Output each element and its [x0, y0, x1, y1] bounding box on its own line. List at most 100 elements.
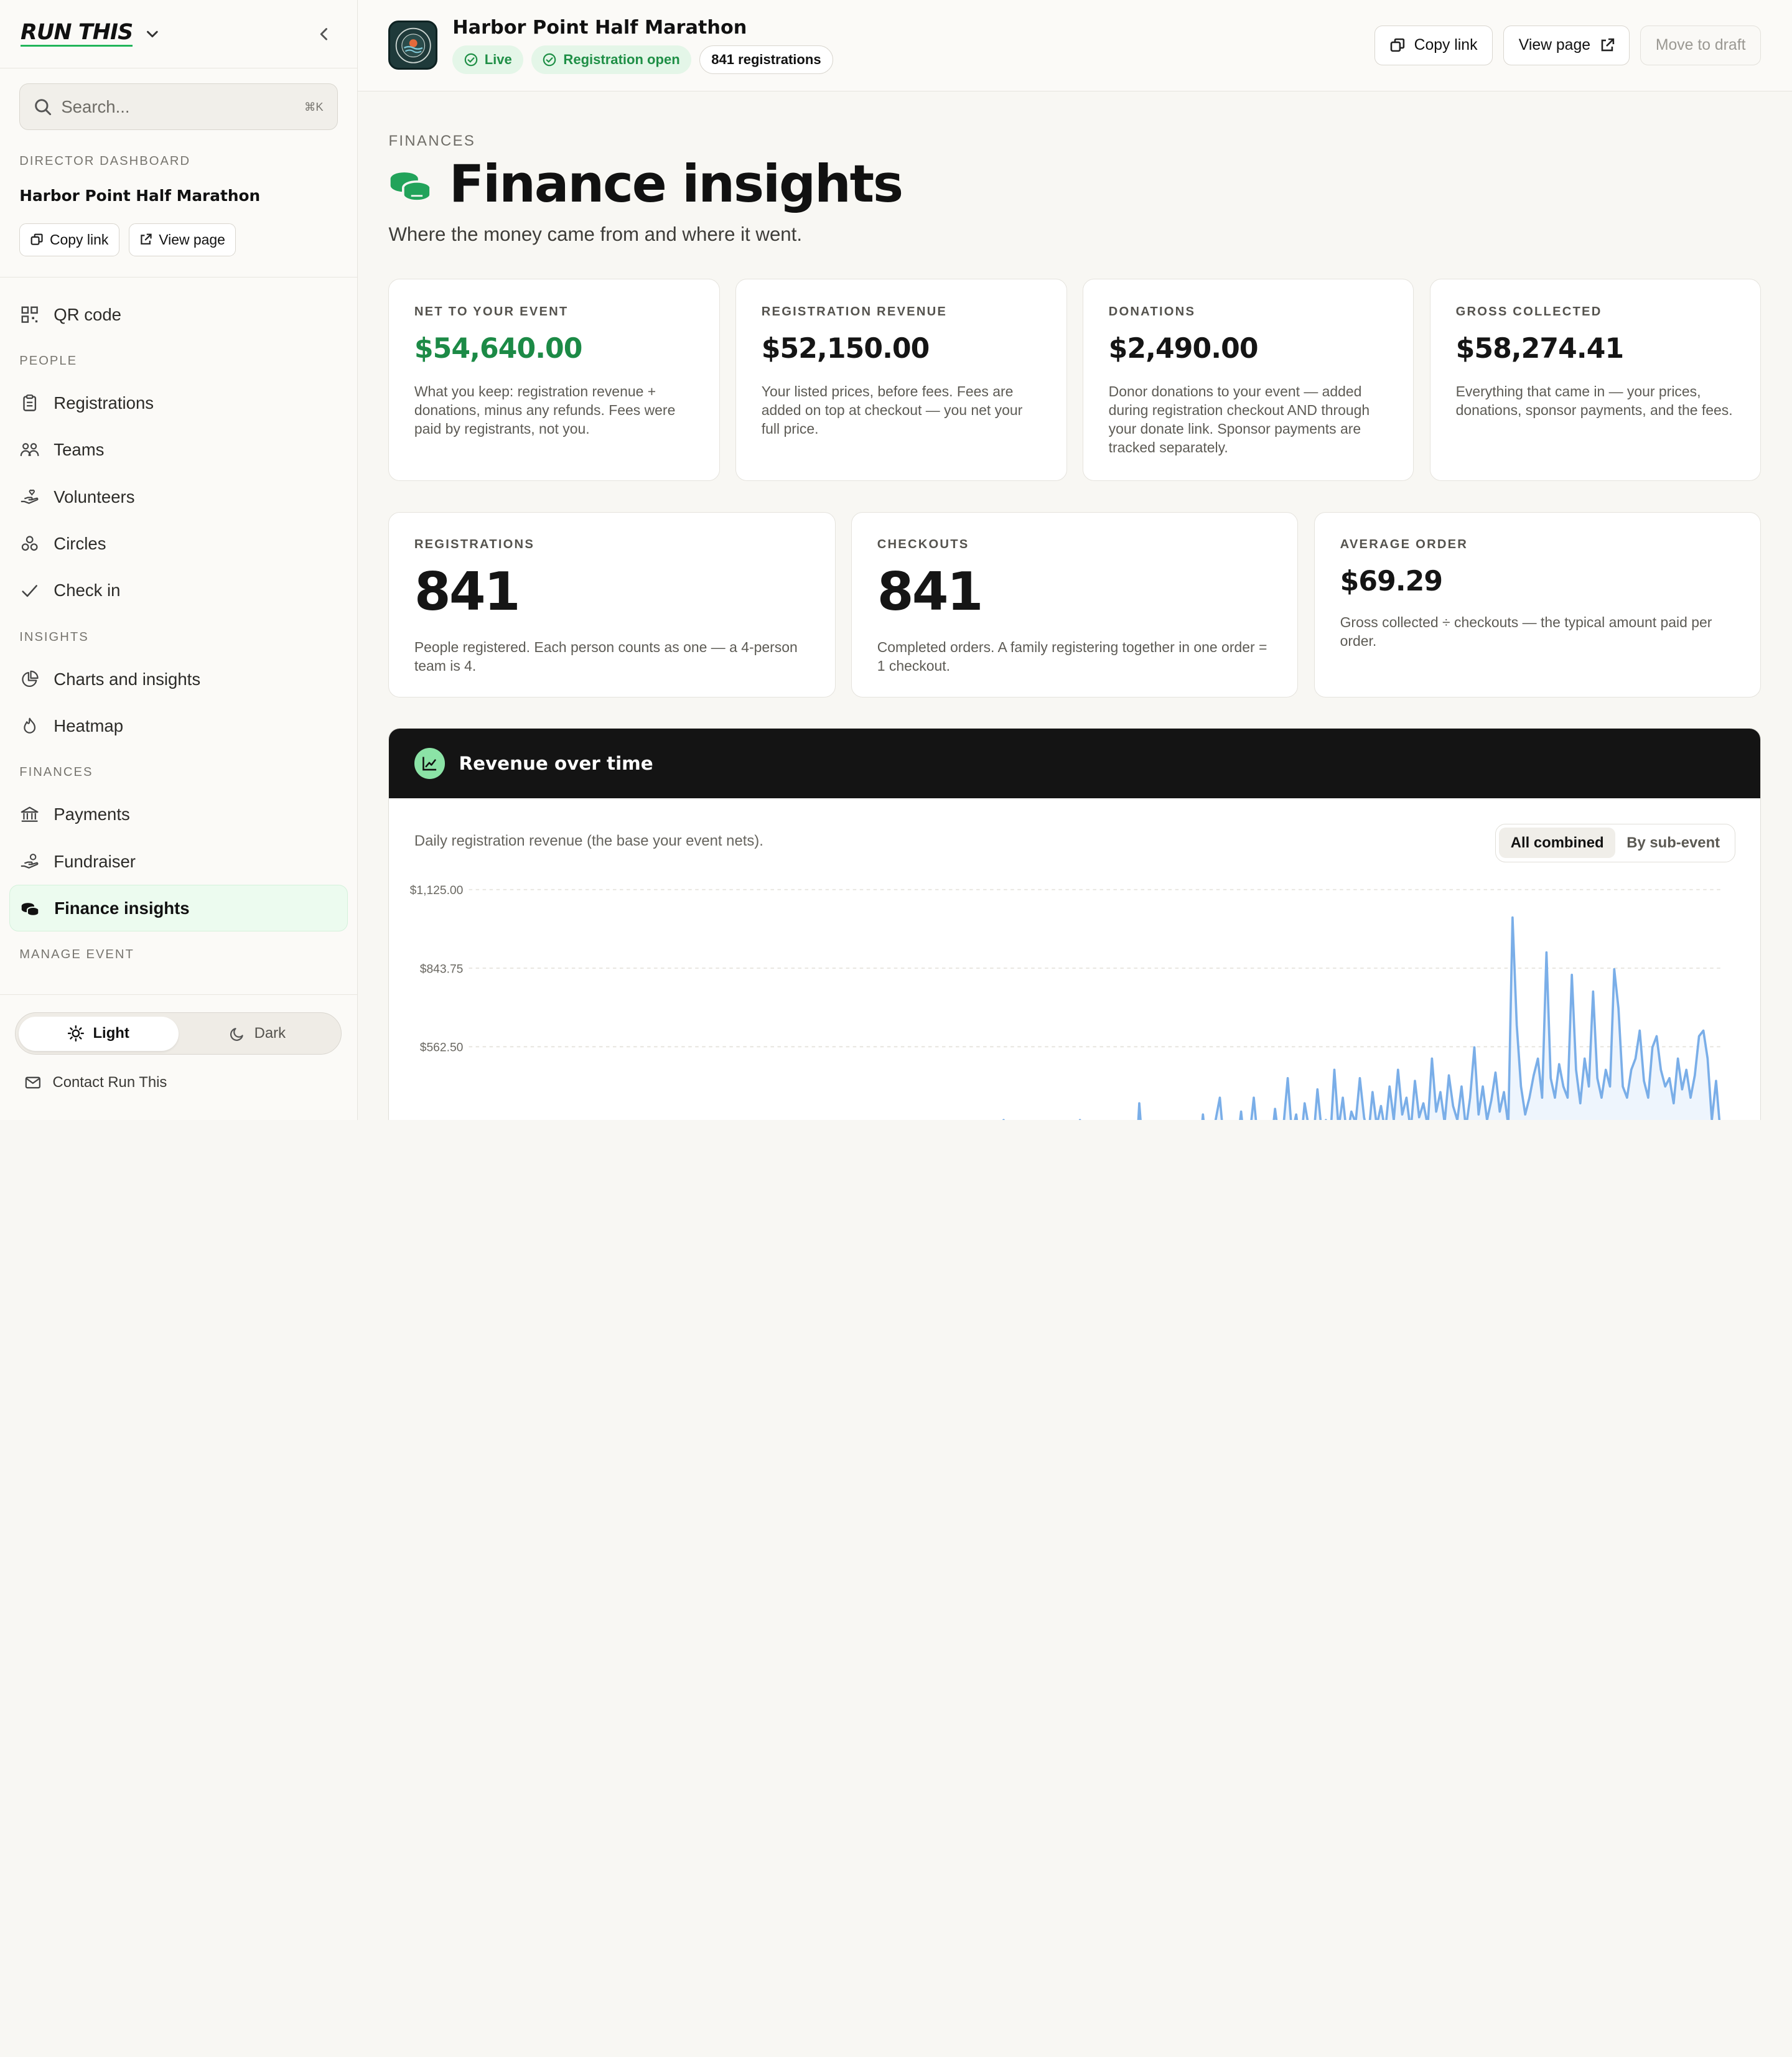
- revenue-chart: $1,125.00$843.75$562.50$281.25: [410, 884, 1721, 1120]
- summary-cards-mid: REGISTRATIONS 841 People registered. Eac…: [388, 511, 1762, 697]
- trending-up-icon: [414, 748, 446, 779]
- dashboard-label: DIRECTOR DASHBOARD: [19, 154, 191, 168]
- sidebar-item-teams[interactable]: Teams: [0, 427, 348, 473]
- y-tick-label: $562.50: [420, 1042, 464, 1055]
- moon-icon: [230, 1028, 243, 1042]
- copy-icon: [30, 233, 43, 245]
- theme-dark-option[interactable]: Dark: [179, 1017, 338, 1051]
- mail-icon: [26, 1077, 41, 1089]
- stat-card-registration-revenue: REGISTRATION REVENUE $52,150.00 Your lis…: [735, 279, 1067, 482]
- view-page-button[interactable]: View page: [1503, 25, 1630, 66]
- sidebar-item-label: Payments: [54, 805, 130, 824]
- stat-description: Everything that came in — your prices, d…: [1455, 383, 1733, 419]
- search-box[interactable]: ⌘K: [19, 83, 338, 131]
- chevron-left-icon: [320, 27, 327, 40]
- sidebar-item-label: Volunteers: [54, 487, 135, 506]
- sidebar-item-charts[interactable]: Charts and insights: [0, 656, 348, 702]
- sidebar-item-label: Heatmap: [54, 716, 124, 735]
- collapse-sidebar-button[interactable]: [311, 21, 336, 46]
- sidebar-item-heatmap[interactable]: Heatmap: [0, 702, 348, 749]
- brand-logo[interactable]: RUN THIS: [21, 21, 133, 47]
- sidebar-item-check-in[interactable]: Check in: [0, 567, 348, 614]
- sidebar-item-label: Teams: [54, 440, 105, 460]
- sidebar-item-label: Charts and insights: [54, 669, 201, 689]
- stat-value: $69.29: [1340, 566, 1444, 598]
- stat-value: $52,150.00: [761, 332, 930, 365]
- stat-description: What you keep: registration revenue + do…: [414, 383, 676, 437]
- sidebar-item-fundraiser[interactable]: Fundraiser: [0, 838, 348, 885]
- sidebar-item-payments[interactable]: Payments: [0, 791, 348, 838]
- stat-label: REGISTRATION REVENUE: [761, 304, 948, 319]
- chart-view-toggle[interactable]: All combined By sub-event: [1495, 823, 1735, 862]
- sidebar-view-page-button[interactable]: View page: [128, 223, 236, 256]
- theme-toggle[interactable]: Light Dark: [14, 1012, 342, 1055]
- stat-value: $2,490.00: [1108, 332, 1259, 365]
- stat-card-checkouts: CHECKOUTS 841 Completed orders. A family…: [851, 511, 1299, 697]
- move-to-draft-button[interactable]: Move to draft: [1640, 25, 1762, 66]
- topbar: Harbor Point Half Marathon Live Registra…: [357, 0, 1792, 91]
- chevron-down-icon[interactable]: [144, 26, 161, 42]
- stat-card-registrations: REGISTRATIONS 841 People registered. Eac…: [388, 511, 836, 697]
- check-circle-icon: [543, 53, 556, 67]
- brand-bar: RUN THIS: [0, 0, 357, 69]
- contact-label: Contact Run This: [52, 1074, 167, 1091]
- sidebar-item-volunteers[interactable]: Volunteers: [0, 473, 348, 520]
- copy-icon: [1390, 38, 1405, 52]
- contact-link[interactable]: Contact Run This: [25, 1074, 167, 1091]
- sidebar-item-label: Finance insights: [54, 898, 190, 918]
- registration-open-badge: Registration open: [531, 45, 692, 74]
- sidebar-item-label: QR code: [54, 304, 122, 324]
- view-page-label: View page: [1518, 36, 1591, 54]
- sidebar-item-circles[interactable]: Circles: [0, 520, 348, 567]
- event-logo: [388, 21, 438, 70]
- revenue-area: [1138, 917, 1720, 1120]
- sidebar-item-label: Check in: [54, 581, 121, 600]
- sidebar-item-label: Registrations: [54, 393, 154, 413]
- chart-caption: Daily registration revenue (the base you…: [414, 833, 763, 850]
- sidebar-item-finance-insights[interactable]: Finance insights: [9, 885, 348, 932]
- stat-description: Donor donations to your event — added du…: [1108, 383, 1370, 455]
- stat-description: Completed orders. A family registering t…: [877, 638, 1267, 674]
- revenue-chart-card: Revenue over time Daily registration rev…: [388, 728, 1762, 1120]
- app-root: RUN THIS ⌘K DIRECTOR DASHBOARD Harbor Po…: [0, 0, 1792, 1120]
- event-title: Harbor Point Half Marathon: [452, 17, 747, 39]
- stat-card-donations: DONATIONS $2,490.00 Donor donations to y…: [1083, 279, 1414, 482]
- external-link-icon: [141, 233, 152, 245]
- search-icon: [35, 99, 52, 116]
- page-content: FINANCES Finance insights Where the mone…: [358, 133, 1792, 1120]
- stat-card-net: NET TO YOUR EVENT $54,640.00 What you ke…: [388, 279, 720, 482]
- y-tick-label: $843.75: [420, 963, 464, 976]
- stat-value: 841: [877, 561, 984, 623]
- bank-icon: [19, 805, 40, 825]
- search-input[interactable]: [61, 96, 305, 117]
- nav-group-insights: INSIGHTS: [19, 630, 89, 644]
- stat-value: 841: [414, 561, 521, 623]
- theme-divider: [0, 994, 358, 995]
- pie-chart-icon: [19, 669, 40, 689]
- sidebar-nav: QR code PEOPLE Registrations Teams Volun…: [0, 278, 357, 974]
- qr-code-icon: [19, 304, 40, 325]
- theme-light-option[interactable]: Light: [19, 1016, 179, 1051]
- circles-icon: [19, 533, 40, 554]
- event-badge-icon: [395, 27, 431, 63]
- stat-value: $54,640.00: [414, 332, 583, 365]
- stat-description: Your listed prices, before fees. Fees ar…: [761, 383, 1023, 437]
- toggle-all-combined[interactable]: All combined: [1499, 828, 1615, 859]
- page-title: Finance insights: [449, 154, 903, 215]
- stat-label: NET TO YOUR EVENT: [414, 304, 569, 319]
- stat-description: People registered. Each person counts as…: [414, 638, 798, 674]
- chart-header: Revenue over time: [389, 729, 1761, 799]
- sidebar-copy-link-label: Copy link: [49, 231, 109, 248]
- nav-group-finances: FINANCES: [19, 765, 93, 780]
- sidebar-copy-link-button[interactable]: Copy link: [19, 223, 119, 256]
- sidebar-item-registrations[interactable]: Registrations: [0, 380, 348, 426]
- check-icon: [19, 581, 40, 601]
- sidebar-item-qr-code[interactable]: QR code: [0, 291, 348, 338]
- sun-icon: [68, 1025, 84, 1042]
- page-eyebrow: FINANCES: [388, 133, 476, 150]
- clipboard-icon: [19, 393, 40, 413]
- registration-count-badge: 841 registrations: [699, 45, 833, 74]
- copy-link-button[interactable]: Copy link: [1374, 25, 1493, 66]
- stat-label: REGISTRATIONS: [414, 538, 535, 552]
- toggle-by-sub-event[interactable]: By sub-event: [1615, 828, 1732, 858]
